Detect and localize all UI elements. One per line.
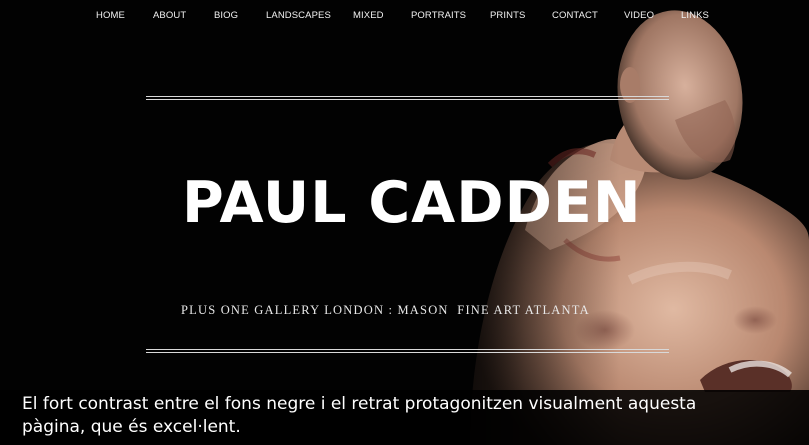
- nav-portraits[interactable]: PORTRAITS: [411, 10, 466, 21]
- nav-links[interactable]: LINKS: [681, 10, 709, 21]
- nav-mixed[interactable]: MIXED: [353, 10, 384, 21]
- nav-about[interactable]: ABOUT: [153, 10, 186, 21]
- site-title: PAUL CADDEN: [182, 170, 642, 236]
- nav-biog[interactable]: BIOG: [214, 10, 238, 21]
- nav-contact[interactable]: CONTACT: [552, 10, 598, 21]
- nav-home[interactable]: HOME: [96, 10, 125, 21]
- caption-text: El fort contrast entre el fons negre i e…: [22, 394, 697, 437]
- caption-overlay: El fort contrast entre el fons negre i e…: [0, 390, 809, 445]
- top-divider: [146, 96, 669, 100]
- nav-prints[interactable]: PRINTS: [490, 10, 525, 21]
- nav-landscapes[interactable]: LANDSCAPES: [266, 10, 331, 21]
- main-navigation: HOME ABOUT BIOG LANDSCAPES MIXED PORTRAI…: [0, 0, 809, 30]
- gallery-subtitle: PLUS ONE GALLERY LONDON : MASON FINE ART…: [181, 303, 590, 317]
- bottom-divider: [146, 349, 669, 353]
- page: HOME ABOUT BIOG LANDSCAPES MIXED PORTRAI…: [0, 0, 809, 445]
- nav-video[interactable]: VIDEO: [624, 10, 654, 21]
